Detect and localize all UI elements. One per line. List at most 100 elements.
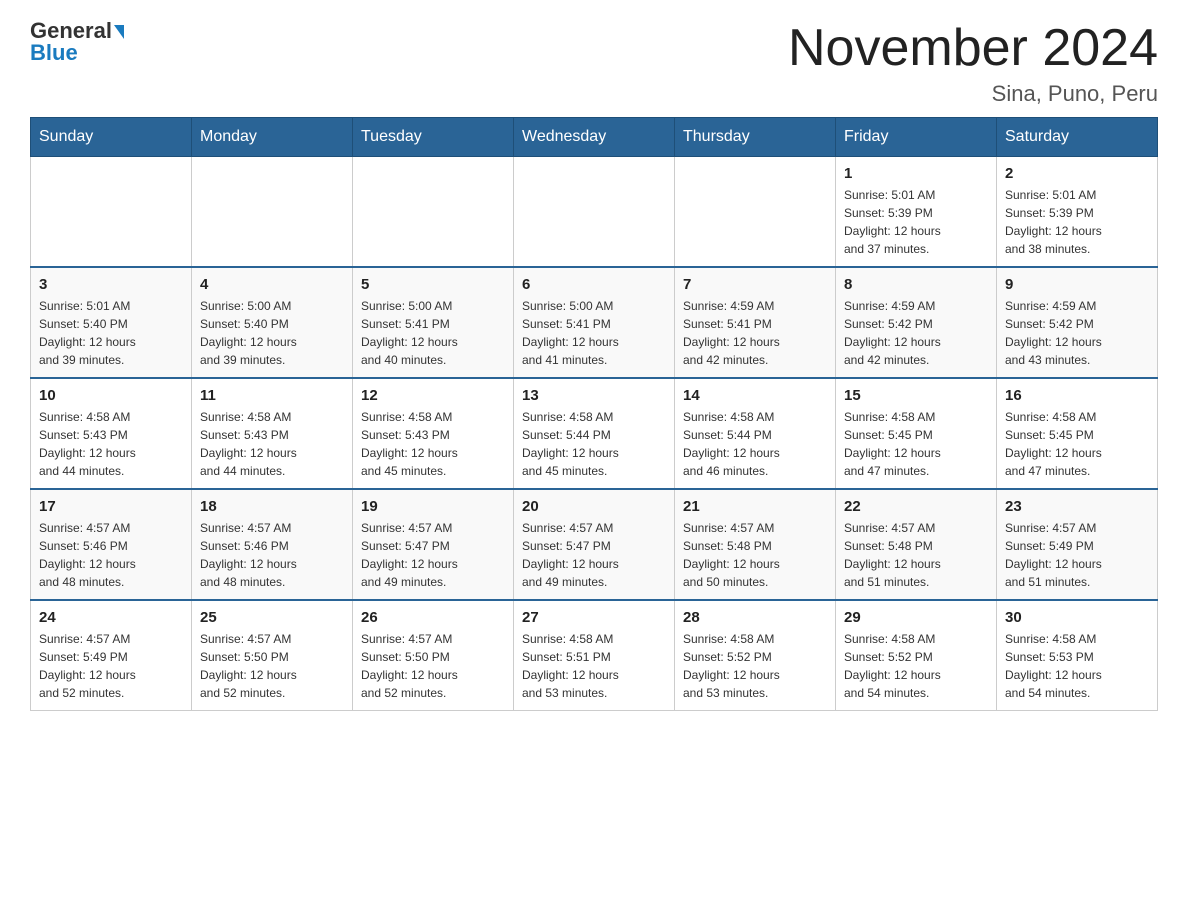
day-info: Sunrise: 4:58 AM Sunset: 5:43 PM Dayligh… (200, 408, 344, 480)
day-info: Sunrise: 4:58 AM Sunset: 5:44 PM Dayligh… (683, 408, 827, 480)
day-number: 7 (683, 276, 827, 293)
day-info: Sunrise: 4:57 AM Sunset: 5:47 PM Dayligh… (522, 519, 666, 591)
calendar-cell: 30Sunrise: 4:58 AM Sunset: 5:53 PM Dayli… (997, 600, 1158, 711)
subtitle: Sina, Puno, Peru (788, 81, 1158, 107)
day-info: Sunrise: 4:57 AM Sunset: 5:46 PM Dayligh… (200, 519, 344, 591)
day-number: 16 (1005, 387, 1149, 404)
day-number: 13 (522, 387, 666, 404)
calendar-cell: 17 Sunrise: 4:57 AM Sunset: 5:46 PM Dayli… (31, 489, 192, 600)
calendar-cell: 21 Sunrise: 4:57 AM Sunset: 5:48 PM Dayli… (675, 489, 836, 600)
day-number: 11 (200, 387, 344, 404)
calendar-cell: 12 Sunrise: 4:58 AM Sunset: 5:43 PM Dayli… (353, 378, 514, 489)
main-title: November 2024 (788, 20, 1158, 77)
header-day-tuesday: Tuesday (353, 118, 514, 157)
day-number: 30 (1005, 609, 1149, 626)
day-number: 9 (1005, 276, 1149, 293)
week-row-1: 1 Sunrise: 5:01 AM Sunset: 5:39 PM Daylig… (31, 157, 1158, 268)
day-number: 1 (844, 165, 988, 182)
calendar-cell (514, 157, 675, 268)
day-info: Sunrise: 4:57 AM Sunset: 5:50 PM Dayligh… (200, 630, 344, 702)
calendar-cell: 8 Sunrise: 4:59 AM Sunset: 5:42 PM Daylig… (836, 267, 997, 378)
calendar-cell: 29 Sunrise: 4:58 AM Sunset: 5:52 PM Dayli… (836, 600, 997, 711)
header-row: SundayMondayTuesdayWednesdayThursdayFrid… (31, 118, 1158, 157)
day-info: Sunrise: 4:57 AM Sunset: 5:48 PM Dayligh… (844, 519, 988, 591)
calendar-cell: 26 Sunrise: 4:57 AM Sunset: 5:50 PM Dayli… (353, 600, 514, 711)
calendar-cell: 9 Sunrise: 4:59 AM Sunset: 5:42 PM Daylig… (997, 267, 1158, 378)
day-number: 25 (200, 609, 344, 626)
calendar-cell (675, 157, 836, 268)
calendar-cell: 16 Sunrise: 4:58 AM Sunset: 5:45 PM Dayli… (997, 378, 1158, 489)
calendar-cell: 3 Sunrise: 5:01 AM Sunset: 5:40 PM Daylig… (31, 267, 192, 378)
day-info: Sunrise: 4:58 AM Sunset: 5:45 PM Dayligh… (1005, 408, 1149, 480)
week-row-4: 17 Sunrise: 4:57 AM Sunset: 5:46 PM Dayli… (31, 489, 1158, 600)
day-number: 29 (844, 609, 988, 626)
day-info: Sunrise: 4:58 AM Sunset: 5:52 PM Dayligh… (844, 630, 988, 702)
header: General Blue November 2024 Sina, Puno, P… (30, 20, 1158, 107)
day-info: Sunrise: 4:59 AM Sunset: 5:42 PM Dayligh… (844, 297, 988, 369)
calendar-cell: 1 Sunrise: 5:01 AM Sunset: 5:39 PM Daylig… (836, 157, 997, 268)
calendar-cell (353, 157, 514, 268)
day-info: Sunrise: 4:57 AM Sunset: 5:46 PM Dayligh… (39, 519, 183, 591)
day-number: 27 (522, 609, 666, 626)
calendar-cell: 24 Sunrise: 4:57 AM Sunset: 5:49 PM Dayli… (31, 600, 192, 711)
day-info: Sunrise: 4:57 AM Sunset: 5:47 PM Dayligh… (361, 519, 505, 591)
day-number: 21 (683, 498, 827, 515)
day-info: Sunrise: 4:57 AM Sunset: 5:49 PM Dayligh… (39, 630, 183, 702)
day-number: 2 (1005, 165, 1149, 182)
calendar-cell: 28 Sunrise: 4:58 AM Sunset: 5:52 PM Dayli… (675, 600, 836, 711)
day-info: Sunrise: 4:57 AM Sunset: 5:48 PM Dayligh… (683, 519, 827, 591)
calendar-cell: 10Sunrise: 4:58 AM Sunset: 5:43 PM Dayli… (31, 378, 192, 489)
day-number: 12 (361, 387, 505, 404)
day-number: 26 (361, 609, 505, 626)
calendar-table: SundayMondayTuesdayWednesdayThursdayFrid… (30, 117, 1158, 711)
day-number: 22 (844, 498, 988, 515)
day-info: Sunrise: 4:58 AM Sunset: 5:44 PM Dayligh… (522, 408, 666, 480)
day-number: 10 (39, 387, 183, 404)
calendar-cell: 27Sunrise: 4:58 AM Sunset: 5:51 PM Dayli… (514, 600, 675, 711)
logo-arrow-icon (114, 25, 124, 39)
header-day-friday: Friday (836, 118, 997, 157)
calendar-cell: 20Sunrise: 4:57 AM Sunset: 5:47 PM Dayli… (514, 489, 675, 600)
day-info: Sunrise: 4:58 AM Sunset: 5:52 PM Dayligh… (683, 630, 827, 702)
day-info: Sunrise: 5:01 AM Sunset: 5:39 PM Dayligh… (1005, 186, 1149, 258)
day-info: Sunrise: 4:57 AM Sunset: 5:49 PM Dayligh… (1005, 519, 1149, 591)
calendar-cell: 7 Sunrise: 4:59 AM Sunset: 5:41 PM Daylig… (675, 267, 836, 378)
day-number: 14 (683, 387, 827, 404)
week-row-5: 24 Sunrise: 4:57 AM Sunset: 5:49 PM Dayli… (31, 600, 1158, 711)
day-number: 17 (39, 498, 183, 515)
header-day-saturday: Saturday (997, 118, 1158, 157)
week-row-2: 3 Sunrise: 5:01 AM Sunset: 5:40 PM Daylig… (31, 267, 1158, 378)
day-number: 19 (361, 498, 505, 515)
day-number: 28 (683, 609, 827, 626)
calendar-cell: 6Sunrise: 5:00 AM Sunset: 5:41 PM Daylig… (514, 267, 675, 378)
day-number: 3 (39, 276, 183, 293)
day-number: 24 (39, 609, 183, 626)
day-info: Sunrise: 5:01 AM Sunset: 5:39 PM Dayligh… (844, 186, 988, 258)
calendar-cell (192, 157, 353, 268)
calendar-cell: 18 Sunrise: 4:57 AM Sunset: 5:46 PM Dayli… (192, 489, 353, 600)
day-number: 15 (844, 387, 988, 404)
day-number: 4 (200, 276, 344, 293)
day-number: 18 (200, 498, 344, 515)
day-number: 5 (361, 276, 505, 293)
calendar-cell: 22 Sunrise: 4:57 AM Sunset: 5:48 PM Dayli… (836, 489, 997, 600)
calendar-cell: 11 Sunrise: 4:58 AM Sunset: 5:43 PM Dayli… (192, 378, 353, 489)
day-info: Sunrise: 4:58 AM Sunset: 5:43 PM Dayligh… (361, 408, 505, 480)
logo: General Blue (30, 20, 124, 66)
day-number: 8 (844, 276, 988, 293)
day-info: Sunrise: 4:57 AM Sunset: 5:50 PM Dayligh… (361, 630, 505, 702)
calendar-cell: 25 Sunrise: 4:57 AM Sunset: 5:50 PM Dayli… (192, 600, 353, 711)
week-row-3: 10 Sunrise: 4:58 AM Sunset: 5:43 PM Dayli… (31, 378, 1158, 489)
header-day-monday: Monday (192, 118, 353, 157)
logo-general: General (30, 20, 124, 42)
day-info: Sunrise: 5:01 AM Sunset: 5:40 PM Dayligh… (39, 297, 183, 369)
day-number: 6 (522, 276, 666, 293)
day-info: Sunrise: 4:59 AM Sunset: 5:41 PM Dayligh… (683, 297, 827, 369)
day-info: Sunrise: 4:59 AM Sunset: 5:42 PM Dayligh… (1005, 297, 1149, 369)
calendar-cell: 2 Sunrise: 5:01 AM Sunset: 5:39 PM Daylig… (997, 157, 1158, 268)
day-info: Sunrise: 4:58 AM Sunset: 5:45 PM Dayligh… (844, 408, 988, 480)
calendar-cell: 13 Sunrise: 4:58 AM Sunset: 5:44 PM Dayli… (514, 378, 675, 489)
title-area: November 2024 Sina, Puno, Peru (788, 20, 1158, 107)
day-number: 23 (1005, 498, 1149, 515)
calendar-cell: 23 Sunrise: 4:57 AM Sunset: 5:49 PM Dayli… (997, 489, 1158, 600)
